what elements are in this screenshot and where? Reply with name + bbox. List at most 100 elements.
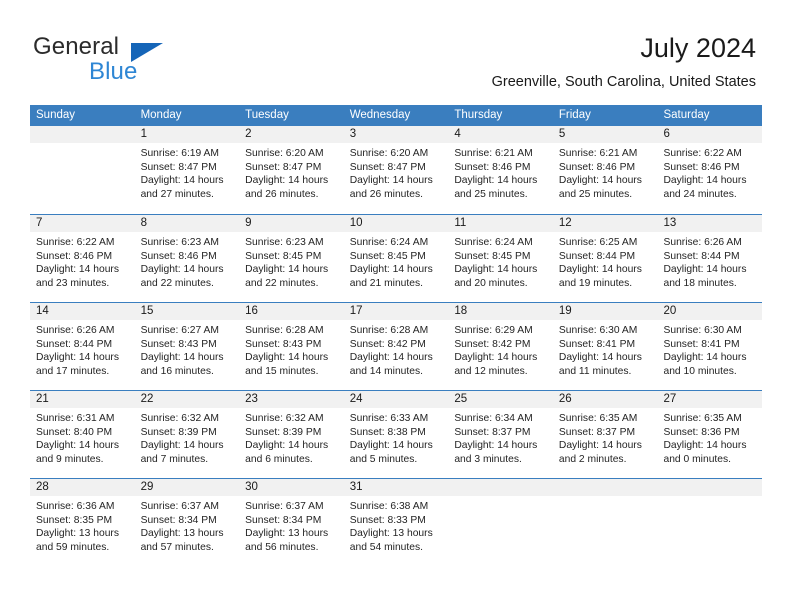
day-number: 12 bbox=[558, 217, 572, 229]
day-number: 26 bbox=[558, 393, 572, 405]
day-daylight-text: and 11 minutes. bbox=[558, 365, 632, 377]
day-daylight-text: Daylight: 14 hours bbox=[454, 264, 538, 276]
calendar-day-cell[interactable]: 4 Sunrise: 6:21 AM Sunset: 8:46 PM Daylight… bbox=[448, 126, 553, 214]
day-number: 27 bbox=[663, 393, 677, 405]
calendar-day-cell[interactable]: 29 Sunrise: 6:37 AM Sunset: 8:34 PM Dayligh… bbox=[134, 479, 240, 566]
calendar-day-cell[interactable]: 25 Sunrise: 6:34 AM Sunset: 8:37 PM Dayligh… bbox=[448, 391, 553, 478]
day-number-band: 30 bbox=[239, 479, 344, 496]
calendar-day-cell-empty bbox=[448, 479, 553, 566]
day-number-band: 31 bbox=[343, 479, 449, 496]
day-daylight-text: Daylight: 14 hours bbox=[140, 264, 224, 276]
day-sunrise-text: Sunrise: 6:36 AM bbox=[36, 501, 115, 512]
day-daylight-text: Daylight: 14 hours bbox=[349, 175, 433, 187]
day-daylight-text: Daylight: 14 hours bbox=[663, 175, 747, 187]
day-number: 7 bbox=[36, 217, 43, 229]
calendar-day-cell[interactable]: 20 Sunrise: 6:30 AM Sunset: 8:41 PM Dayligh… bbox=[657, 303, 763, 390]
calendar-day-cell[interactable]: 19 Sunrise: 6:30 AM Sunset: 8:41 PM Dayligh… bbox=[552, 303, 658, 390]
day-number: 30 bbox=[245, 481, 258, 493]
calendar-day-cell-empty bbox=[552, 479, 658, 566]
day-sunset-text: Sunset: 8:47 PM bbox=[245, 161, 322, 173]
calendar-day-cell[interactable]: 28 Sunrise: 6:36 AM Sunset: 8:35 PM Dayligh… bbox=[30, 479, 135, 566]
calendar-day-cell[interactable]: 3 Sunrise: 6:20 AM Sunset: 8:47 PM Daylight… bbox=[343, 126, 449, 214]
calendar-day-cell[interactable]: 31 Sunrise: 6:38 AM Sunset: 8:33 PM Dayligh… bbox=[343, 479, 449, 566]
calendar-day-cell[interactable]: 5 Sunrise: 6:21 AM Sunset: 8:46 PM Daylight… bbox=[552, 126, 658, 214]
day-daylight-text: and 56 minutes. bbox=[245, 541, 319, 553]
day-sunrise-text: Sunrise: 6:37 AM bbox=[140, 501, 219, 512]
calendar-day-cell[interactable]: 12 Sunrise: 6:25 AM Sunset: 8:44 PM Dayligh… bbox=[552, 215, 658, 302]
day-number: 2 bbox=[245, 128, 252, 140]
day-details: Sunrise: 6:30 AM Sunset: 8:41 PM Daylight:… bbox=[657, 320, 762, 378]
calendar-day-cell[interactable]: 13 Sunrise: 6:26 AM Sunset: 8:44 PM Dayligh… bbox=[657, 215, 763, 302]
day-daylight-text: and 2 minutes. bbox=[558, 453, 627, 465]
calendar-day-cell[interactable]: 6 Sunrise: 6:22 AM Sunset: 8:46 PM Daylight… bbox=[657, 126, 763, 214]
day-sunrise-text: Sunrise: 6:30 AM bbox=[663, 325, 742, 336]
day-daylight-text: and 54 minutes. bbox=[349, 541, 424, 553]
calendar-week-row: 14 Sunrise: 6:26 AM Sunset: 8:44 PM Dayligh… bbox=[30, 302, 763, 390]
day-number: 16 bbox=[245, 305, 258, 317]
calendar-day-cell[interactable]: 9 Sunrise: 6:23 AM Sunset: 8:45 PM Daylight… bbox=[239, 215, 344, 302]
day-daylight-text: Daylight: 14 hours bbox=[140, 352, 224, 364]
day-number: 9 bbox=[245, 217, 252, 229]
day-sunset-text: Sunset: 8:45 PM bbox=[349, 250, 426, 262]
day-number: 24 bbox=[349, 393, 363, 405]
day-number-band: 16 bbox=[239, 303, 344, 320]
weekday-header-row: Sunday Monday Tuesday Wednesday Thursday… bbox=[30, 105, 762, 126]
day-details: Sunrise: 6:28 AM Sunset: 8:42 PM Daylight:… bbox=[344, 320, 449, 378]
calendar-day-cell[interactable]: 26 Sunrise: 6:35 AM Sunset: 8:37 PM Dayligh… bbox=[552, 391, 658, 478]
day-details: Sunrise: 6:23 AM Sunset: 8:46 PM Daylight:… bbox=[135, 232, 240, 290]
calendar-day-cell[interactable]: 1 Sunrise: 6:19 AM Sunset: 8:47 PM Daylight… bbox=[134, 126, 240, 214]
calendar-day-cell[interactable]: 15 Sunrise: 6:27 AM Sunset: 8:43 PM Dayligh… bbox=[134, 303, 240, 390]
calendar-day-cell[interactable]: 23 Sunrise: 6:32 AM Sunset: 8:39 PM Dayligh… bbox=[239, 391, 344, 478]
day-number: 22 bbox=[140, 393, 154, 405]
general-blue-logo[interactable]: General Blue bbox=[33, 33, 203, 85]
day-number: 11 bbox=[454, 217, 467, 229]
calendar-day-cell[interactable]: 11 Sunrise: 6:24 AM Sunset: 8:45 PM Dayligh… bbox=[448, 215, 553, 302]
day-details: Sunrise: 6:37 AM Sunset: 8:34 PM Daylight:… bbox=[239, 496, 344, 554]
day-sunset-text: Sunset: 8:44 PM bbox=[558, 250, 636, 262]
calendar-day-cell[interactable]: 22 Sunrise: 6:32 AM Sunset: 8:39 PM Dayligh… bbox=[134, 391, 240, 478]
calendar-day-cell[interactable]: 8 Sunrise: 6:23 AM Sunset: 8:46 PM Daylight… bbox=[134, 215, 240, 302]
day-daylight-text: Daylight: 14 hours bbox=[663, 264, 747, 276]
day-sunset-text: Sunset: 8:47 PM bbox=[349, 161, 426, 173]
weekday-header-saturday: Saturday bbox=[663, 109, 710, 121]
calendar-day-cell[interactable]: 30 Sunrise: 6:37 AM Sunset: 8:34 PM Dayligh… bbox=[239, 479, 344, 566]
day-details: Sunrise: 6:32 AM Sunset: 8:39 PM Daylight:… bbox=[135, 408, 240, 466]
day-number-band: 2 bbox=[239, 126, 344, 143]
calendar-week-row: 21 Sunrise: 6:31 AM Sunset: 8:40 PM Dayligh… bbox=[30, 390, 763, 478]
day-sunrise-text: Sunrise: 6:28 AM bbox=[245, 325, 324, 336]
day-daylight-text: Daylight: 14 hours bbox=[245, 440, 329, 452]
day-daylight-text: and 3 minutes. bbox=[454, 453, 522, 465]
day-daylight-text: and 25 minutes. bbox=[454, 188, 528, 200]
day-daylight-text: Daylight: 14 hours bbox=[36, 440, 119, 452]
day-sunset-text: Sunset: 8:44 PM bbox=[663, 250, 740, 262]
day-details: Sunrise: 6:26 AM Sunset: 8:44 PM Daylight:… bbox=[30, 320, 135, 378]
weekday-header-sunday: Sunday bbox=[36, 109, 76, 121]
day-details: Sunrise: 6:22 AM Sunset: 8:46 PM Daylight:… bbox=[30, 232, 135, 290]
calendar-day-cell[interactable]: 17 Sunrise: 6:28 AM Sunset: 8:42 PM Dayligh… bbox=[343, 303, 449, 390]
calendar-day-cell[interactable]: 18 Sunrise: 6:29 AM Sunset: 8:42 PM Dayligh… bbox=[448, 303, 553, 390]
calendar-day-cell[interactable]: 10 Sunrise: 6:24 AM Sunset: 8:45 PM Dayligh… bbox=[343, 215, 449, 302]
day-daylight-text: Daylight: 14 hours bbox=[454, 175, 538, 187]
calendar-day-cell[interactable]: 24 Sunrise: 6:33 AM Sunset: 8:38 PM Dayligh… bbox=[343, 391, 449, 478]
calendar-day-cell-empty bbox=[30, 126, 135, 214]
day-details: Sunrise: 6:25 AM Sunset: 8:44 PM Daylight:… bbox=[553, 232, 658, 290]
calendar-day-cell[interactable]: 16 Sunrise: 6:28 AM Sunset: 8:43 PM Dayligh… bbox=[239, 303, 344, 390]
day-daylight-text: Daylight: 14 hours bbox=[349, 440, 433, 452]
day-daylight-text: Daylight: 14 hours bbox=[140, 175, 224, 187]
day-sunset-text: Sunset: 8:46 PM bbox=[454, 161, 531, 173]
day-details: Sunrise: 6:36 AM Sunset: 8:35 PM Daylight:… bbox=[30, 496, 135, 554]
day-sunrise-text: Sunrise: 6:32 AM bbox=[245, 413, 324, 424]
day-number: 5 bbox=[558, 128, 566, 140]
day-sunset-text: Sunset: 8:37 PM bbox=[558, 426, 636, 438]
logo-text-general: General bbox=[33, 33, 120, 60]
calendar-day-cell[interactable]: 14 Sunrise: 6:26 AM Sunset: 8:44 PM Dayligh… bbox=[30, 303, 135, 390]
day-details: Sunrise: 6:21 AM Sunset: 8:46 PM Daylight:… bbox=[553, 143, 658, 201]
day-number-band: 14 bbox=[30, 303, 135, 320]
calendar-day-cell[interactable]: 7 Sunrise: 6:22 AM Sunset: 8:46 PM Daylight… bbox=[30, 215, 135, 302]
day-number-band: 25 bbox=[448, 391, 553, 408]
calendar-day-cell[interactable]: 27 Sunrise: 6:35 AM Sunset: 8:36 PM Dayligh… bbox=[657, 391, 763, 478]
day-number-band bbox=[552, 479, 658, 496]
calendar-day-cell[interactable]: 21 Sunrise: 6:31 AM Sunset: 8:40 PM Dayligh… bbox=[30, 391, 135, 478]
calendar-day-cell[interactable]: 2 Sunrise: 6:20 AM Sunset: 8:47 PM Daylight… bbox=[239, 126, 344, 214]
day-number: 14 bbox=[36, 305, 49, 317]
